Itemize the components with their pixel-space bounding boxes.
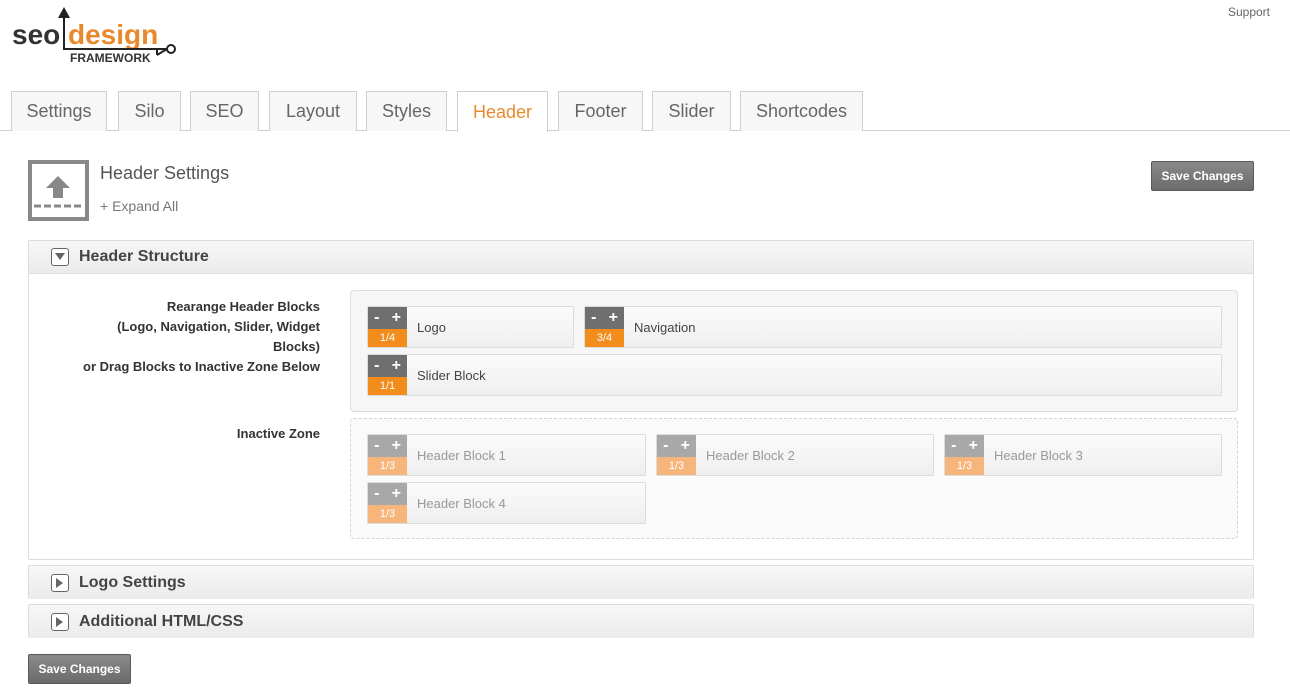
block-name: Slider Block	[417, 368, 486, 383]
block-size: 1/3	[945, 457, 984, 475]
triangle-right-icon[interactable]	[51, 612, 69, 631]
additional-html-css-title: Additional HTML/CSS	[79, 612, 244, 630]
block-size: 1/3	[368, 457, 407, 475]
tab-silo[interactable]: Silo	[118, 91, 181, 131]
block-name: Logo	[417, 320, 446, 335]
header-block-2[interactable]: - + 1/3 Header Block 2	[656, 434, 934, 476]
logo-seo-text: seo	[12, 19, 60, 50]
block-name: Header Block 1	[417, 448, 506, 463]
main-tabs: Settings Silo SEO Layout Styles Header F…	[0, 91, 1290, 132]
increase-size-button[interactable]: +	[609, 309, 618, 327]
increase-size-button[interactable]: +	[681, 437, 690, 455]
triangle-down-icon[interactable]	[51, 248, 69, 266]
increase-size-button[interactable]: +	[392, 357, 401, 375]
logo-settings-title: Logo Settings	[79, 573, 186, 591]
logo-settings-toggle[interactable]: Logo Settings	[29, 566, 1253, 599]
rearrange-label-line: (Logo, Navigation, Slider, Widget	[117, 319, 320, 334]
tab-seo[interactable]: SEO	[190, 91, 259, 131]
tab-header[interactable]: Header	[457, 91, 548, 132]
triangle-right-icon[interactable]	[51, 573, 69, 592]
decrease-size-button[interactable]: -	[374, 485, 379, 503]
block-name: Header Block 3	[994, 448, 1083, 463]
block-size: 1/3	[368, 505, 407, 523]
inactive-zone-label: Inactive Zone	[236, 426, 320, 441]
header-block-slider[interactable]: - + 1/1 Slider Block	[367, 354, 1222, 396]
additional-html-css-panel: Additional HTML/CSS	[28, 604, 1254, 638]
upload-arrow-icon	[28, 160, 89, 221]
tab-settings[interactable]: Settings	[11, 91, 107, 131]
header-block-3[interactable]: - + 1/3 Header Block 3	[944, 434, 1222, 476]
tab-slider[interactable]: Slider	[652, 91, 731, 131]
rearrange-label-line: Blocks)	[273, 339, 320, 354]
header-block-4[interactable]: - + 1/3 Header Block 4	[367, 482, 646, 524]
tab-layout[interactable]: Layout	[269, 91, 357, 131]
save-changes-button-top[interactable]: Save Changes	[1151, 161, 1254, 191]
increase-size-button[interactable]: +	[969, 437, 978, 455]
header-structure-title: Header Structure	[79, 248, 209, 265]
rearrange-label-line: or Drag Blocks to Inactive Zone Below	[83, 359, 320, 374]
header-block-1[interactable]: - + 1/3 Header Block 1	[367, 434, 646, 476]
decrease-size-button[interactable]: -	[374, 437, 379, 455]
block-size: 1/3	[657, 457, 696, 475]
header-structure-panel: Header Structure Rearange Header Blocks …	[28, 240, 1254, 560]
increase-size-button[interactable]: +	[392, 485, 401, 503]
decrease-size-button[interactable]: -	[951, 437, 956, 455]
decrease-size-button[interactable]: -	[591, 309, 596, 327]
additional-html-css-toggle[interactable]: Additional HTML/CSS	[29, 605, 1253, 638]
block-name: Header Block 2	[706, 448, 795, 463]
rearrange-label-line: Rearange Header Blocks	[166, 299, 320, 314]
increase-size-button[interactable]: +	[392, 309, 401, 327]
page-title: Header Settings	[100, 163, 230, 183]
rearrange-label: Rearange Header Blocks (Logo, Navigation…	[30, 297, 320, 377]
block-size: 3/4	[585, 329, 624, 347]
save-changes-button-bottom[interactable]: Save Changes	[28, 654, 131, 684]
support-link[interactable]: Support	[1228, 5, 1270, 19]
header-block-logo[interactable]: - + 1/4 Logo	[367, 306, 574, 348]
active-zone[interactable]: - + 1/4 Logo - + 3/4 Navigation - + 1/1 Sli…	[350, 290, 1238, 412]
inactive-zone[interactable]: - + 1/3 Header Block 1 - + 1/3 Header Bloc…	[350, 418, 1238, 539]
header-block-navigation[interactable]: - + 3/4 Navigation	[584, 306, 1222, 348]
decrease-size-button[interactable]: -	[374, 309, 379, 327]
increase-size-button[interactable]: +	[392, 437, 401, 455]
decrease-size-button[interactable]: -	[663, 437, 668, 455]
logo-design-text: design	[68, 19, 158, 50]
tab-styles[interactable]: Styles	[366, 91, 447, 131]
block-size: 1/4	[368, 329, 407, 347]
logo-framework-text: FRAMEWORK	[70, 51, 151, 65]
tab-footer[interactable]: Footer	[558, 91, 643, 131]
block-name: Header Block 4	[417, 496, 506, 511]
block-name: Navigation	[634, 320, 696, 335]
header-structure-toggle[interactable]: Header Structure	[29, 241, 1253, 274]
seo-design-framework-logo: seo design FRAMEWORK	[12, 7, 176, 65]
block-size: 1/1	[368, 377, 407, 395]
expand-all-link[interactable]: + Expand All	[100, 198, 178, 214]
logo-settings-panel: Logo Settings	[28, 565, 1254, 599]
tab-shortcodes[interactable]: Shortcodes	[740, 91, 863, 131]
decrease-size-button[interactable]: -	[374, 357, 379, 375]
